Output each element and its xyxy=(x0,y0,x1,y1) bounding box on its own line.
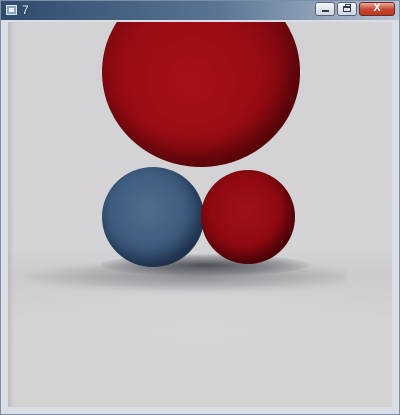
window-title: 7 xyxy=(22,3,29,17)
minimize-button[interactable] xyxy=(315,2,335,16)
red-sphere-small xyxy=(201,170,295,264)
restore-icon xyxy=(343,4,351,12)
maximize-button[interactable] xyxy=(337,2,357,16)
viewport-edge-shading xyxy=(8,22,14,407)
red-sphere-large xyxy=(102,22,300,167)
blue-sphere xyxy=(102,167,204,267)
app-window: 7 X xyxy=(0,0,400,415)
app-window-icon[interactable] xyxy=(6,5,17,15)
title-bar[interactable]: 7 X xyxy=(1,1,399,20)
close-button[interactable]: X xyxy=(359,2,395,16)
close-icon: X xyxy=(373,2,381,14)
client-area xyxy=(1,20,399,414)
window-controls: X xyxy=(315,2,395,16)
minimize-icon xyxy=(322,10,329,12)
render-viewport[interactable] xyxy=(8,22,392,407)
